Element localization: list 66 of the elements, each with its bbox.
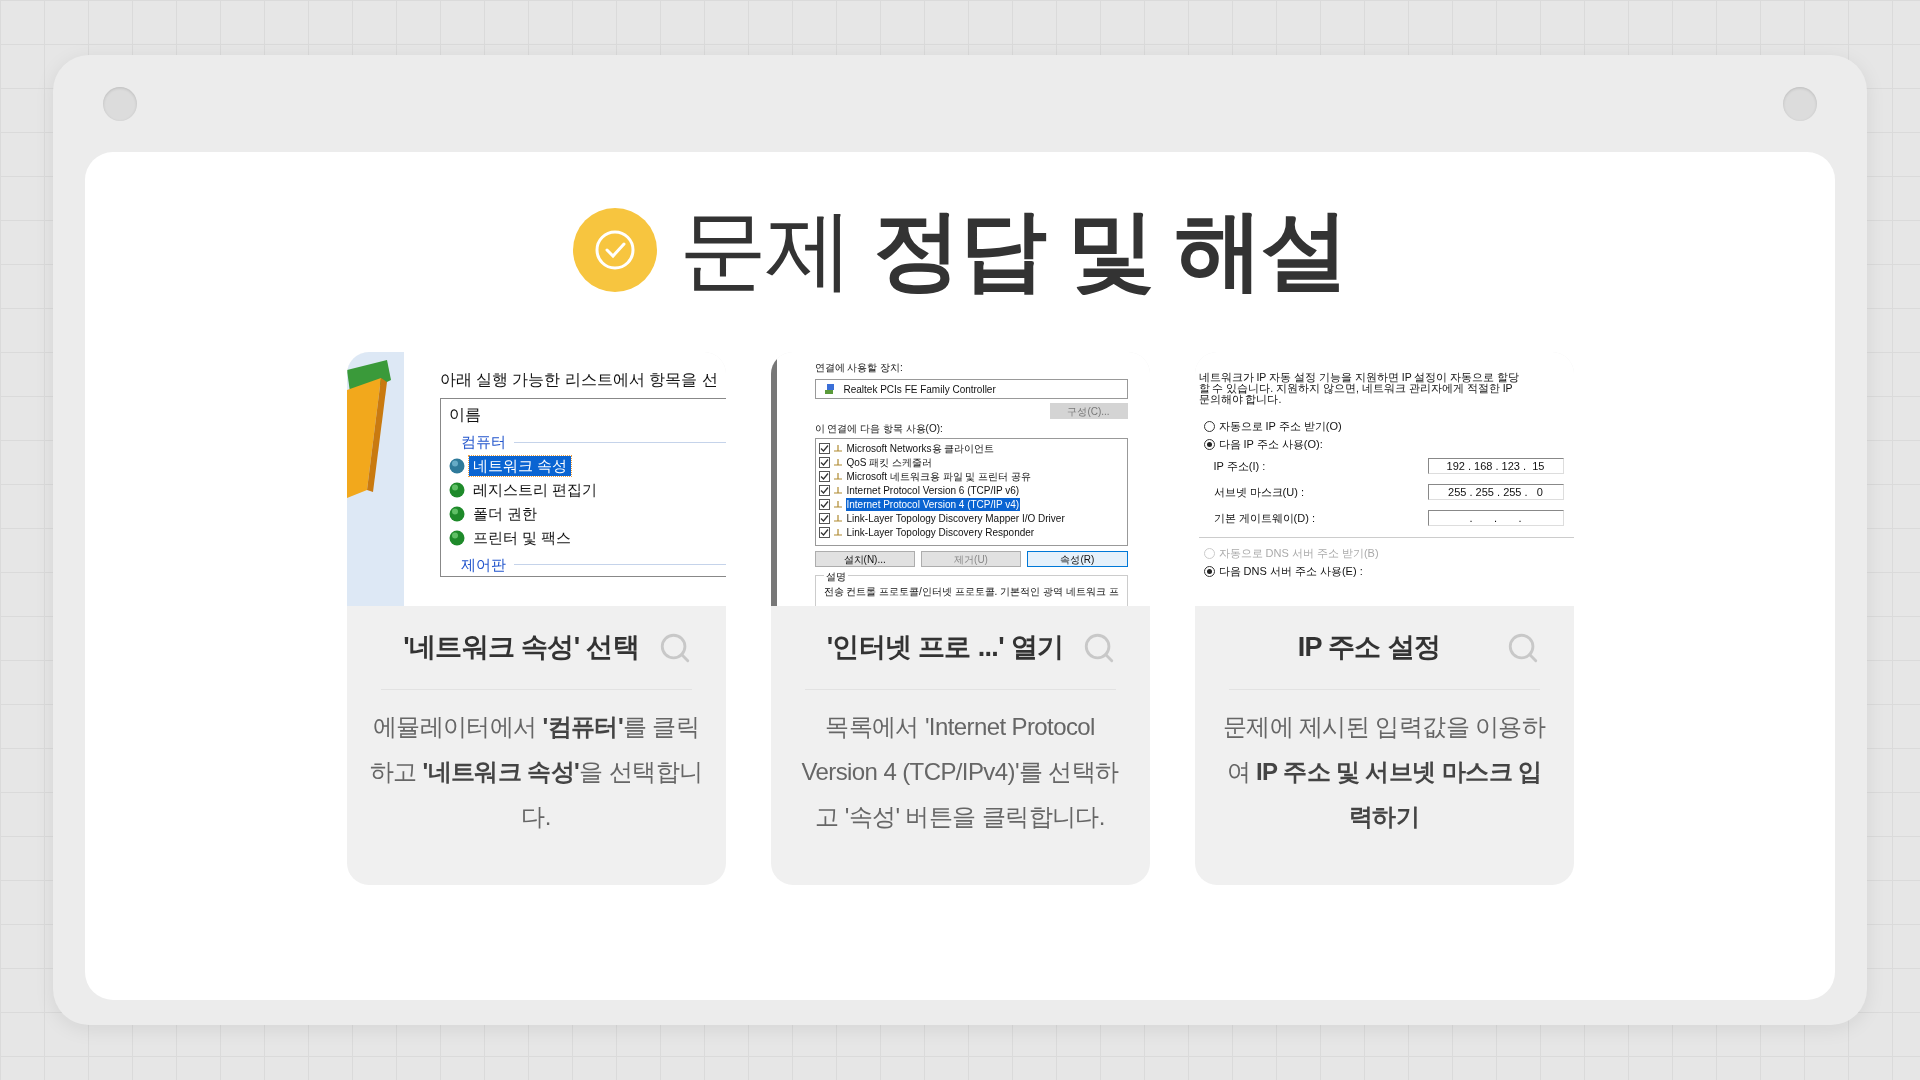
list-item[interactable]: 네트워크 속성 [468, 455, 571, 476]
intro-text: 할 수 있습니다. 지원하지 않으면, 네트워크 관리자에게 적절한 IP [1198, 383, 1513, 394]
intro-text: 문의해야 합니다. [1198, 394, 1282, 405]
protocol-icon [832, 527, 843, 537]
list-item[interactable]: 레지스트리 편집기 [468, 479, 601, 500]
field-label: 연결에 사용할 장치: [814, 361, 903, 375]
list-item[interactable]: Link-Layer Topology Discovery Mapper I/O Driver [845, 511, 1066, 525]
instruction-text: 아래 실행 가능한 리스트에서 항목을 선 [439, 370, 719, 390]
radio-button[interactable] [1203, 565, 1215, 577]
protocol-icon [832, 499, 843, 509]
checkbox[interactable] [818, 456, 830, 468]
card-description: 문제에 제시된 입력값을 이용하여 IP 주소 및 서브넷 마스크 입력하기 [1221, 712, 1547, 832]
checkbox[interactable] [818, 442, 830, 454]
page-title: 문제 정답 및 해설 [679, 206, 1347, 294]
field-label: 기본 게이트웨이(D) : [1213, 510, 1315, 526]
radio-button[interactable] [1203, 438, 1215, 450]
dialog-button[interactable]: 설치(N)... [814, 551, 915, 567]
list-item[interactable]: Internet Protocol Version 6 (TCP/IP v6) [845, 483, 1021, 497]
check-circle-icon [573, 208, 658, 292]
device-field: Realtek PCIs FE Family Controller [814, 379, 1128, 399]
group-label: 설명 [823, 569, 848, 584]
card-heading: '네트워크 속성' 선택 [403, 631, 639, 665]
card-description: 에뮬레이터에서 '컴퓨터'를 클릭하고 '네트워크 속성'을 선택합니다. [368, 712, 704, 832]
radio-label: 다음 DNS 서버 주소 사용(E) : [1218, 563, 1363, 579]
radio-label: 자동으로 IP 주소 받기(O) [1218, 418, 1342, 434]
checkbox[interactable] [818, 484, 830, 496]
orb-icon [448, 505, 465, 522]
intro-text: 네트워크가 IP 자동 설정 기능을 지원하면 IP 설정이 자동으로 할당 [1198, 372, 1520, 383]
protocol-icon [832, 443, 843, 453]
list-item[interactable]: Microsoft 네트워크용 파일 및 프린터 공유 [845, 469, 1032, 483]
card-description: 목록에서 'Internet Protocol Version 4 (TCP/IPv4)'를 선택하고 '속성' 버튼을 클릭합니다. [800, 712, 1120, 832]
ip-field[interactable]: . . . [1427, 510, 1564, 526]
column-header: 이름 [448, 405, 481, 425]
group-label: 컴퓨터 [460, 432, 506, 452]
radio-label: 다음 IP 주소 사용(O): [1218, 436, 1323, 452]
list-item[interactable]: 프린터 및 팩스 [468, 527, 575, 548]
list-item[interactable]: Link-Layer Topology Discovery Responder [845, 525, 1036, 539]
network-adapter-icon [823, 383, 836, 395]
field-label: 이 연결에 다음 항목 사용(O): [814, 422, 943, 436]
group-label: 제어판 [460, 554, 506, 575]
description-text: 전송 컨트롤 프로토콜/인터넷 프로토콜. 기본적인 광역 네트워크 프 [823, 585, 1119, 599]
list-item[interactable]: QoS 패킷 스케줄러 [845, 455, 934, 469]
folder-graphic-icon [346, 360, 391, 500]
dialog-button[interactable]: 속성(R) [1027, 551, 1128, 567]
protocol-icon [832, 485, 843, 495]
card-heading: IP 주소 설정 [1297, 631, 1441, 665]
protocol-icon [832, 471, 843, 481]
list-item[interactable]: Internet Protocol Version 4 (TCP/IP v4) [845, 497, 1021, 511]
orb-icon [448, 457, 465, 474]
orb-icon [448, 529, 465, 546]
checkbox[interactable] [818, 526, 830, 538]
field-label: IP 주소(I) : [1213, 458, 1266, 474]
ip-field[interactable]: 255 . 255 . 255 . 0 [1427, 484, 1564, 500]
card-heading: '인터넷 프로 ...' 열기 [826, 631, 1064, 665]
radio-label: 자동으로 DNS 서버 주소 받기(B) [1218, 545, 1379, 561]
field-label: 서브넷 마스크(U) : [1213, 484, 1304, 500]
checkbox[interactable] [818, 498, 830, 510]
protocol-icon [832, 513, 843, 523]
ip-field[interactable]: 192 . 168 . 123 . 15 [1427, 458, 1564, 474]
orb-icon [448, 481, 465, 498]
protocol-icon [832, 457, 843, 467]
checkbox[interactable] [818, 512, 830, 524]
list-item[interactable]: 폴더 권한 [468, 503, 541, 524]
checkbox[interactable] [818, 470, 830, 482]
list-item[interactable]: Microsoft Networks용 클라이언트 [845, 441, 996, 455]
radio-button[interactable] [1203, 420, 1215, 432]
